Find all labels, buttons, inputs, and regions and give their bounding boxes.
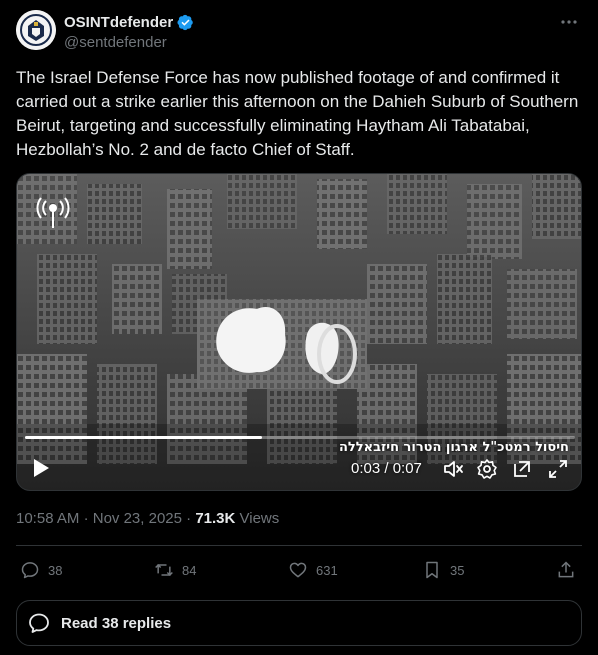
repost-icon (155, 563, 173, 577)
tweet-date[interactable]: Nov 23, 2025 (93, 510, 182, 527)
bookmark-count: 35 (450, 562, 465, 578)
reply-icon (21, 562, 39, 579)
tweet-header: OSINTdefender @sentdefender (16, 10, 582, 52)
views-label: Views (239, 510, 280, 527)
expand-icon[interactable] (511, 458, 533, 480)
video-progress-bar[interactable] (25, 436, 575, 439)
meta-separator: · (83, 510, 89, 527)
idf-logo-icon (36, 197, 70, 228)
share-icon (558, 561, 574, 578)
avatar-logo (16, 10, 56, 50)
more-icon[interactable] (558, 12, 580, 32)
views-count: 71.3K (195, 510, 236, 527)
display-name-row: OSINTdefender (64, 13, 194, 31)
read-replies-button[interactable]: Read 38 replies (16, 600, 582, 646)
read-replies-label: Read 38 replies (61, 614, 172, 632)
video-player[interactable]: חיסול רמטכ"ל ארגון הטרור חיזבאללה 0:03 /… (16, 173, 582, 491)
display-name[interactable]: OSINTdefender (64, 14, 173, 31)
mute-icon[interactable] (442, 458, 464, 480)
bookmark-button[interactable]: 35 (422, 556, 464, 584)
repost-button[interactable]: 84 (154, 556, 196, 584)
like-button[interactable]: 631 (288, 556, 338, 584)
like-count: 631 (316, 562, 338, 578)
video-progress-fill (25, 436, 262, 439)
replies-bubble-icon (29, 613, 49, 633)
repost-count: 84 (182, 562, 197, 578)
settings-icon[interactable] (476, 458, 498, 480)
author-handle[interactable]: @sentdefender (64, 34, 194, 51)
play-icon[interactable] (31, 457, 51, 479)
avatar[interactable] (16, 10, 56, 50)
reply-count: 38 (48, 562, 63, 578)
tweet-time[interactable]: 10:58 AM (16, 510, 79, 527)
meta-separator-2: · (186, 510, 192, 527)
video-caption: חיסול רמטכ"ל ארגון הטרור חיזבאללה (338, 440, 569, 455)
like-icon (289, 562, 307, 578)
bookmark-icon (426, 561, 438, 579)
tweet-text: The Israel Defense Force has now publish… (16, 68, 579, 159)
action-bar: 38 84 631 35 (0, 556, 598, 584)
divider (16, 545, 582, 546)
tweet-meta: 10:58 AM · Nov 23, 2025 · 71.3K Views (16, 510, 279, 527)
fullscreen-icon[interactable] (547, 458, 569, 480)
reply-button[interactable]: 38 (20, 556, 62, 584)
video-time: 0:03 / 0:07 (351, 460, 422, 477)
share-button[interactable] (556, 556, 576, 584)
verified-badge-icon (177, 14, 193, 30)
author-names: OSINTdefender @sentdefender (64, 13, 194, 51)
